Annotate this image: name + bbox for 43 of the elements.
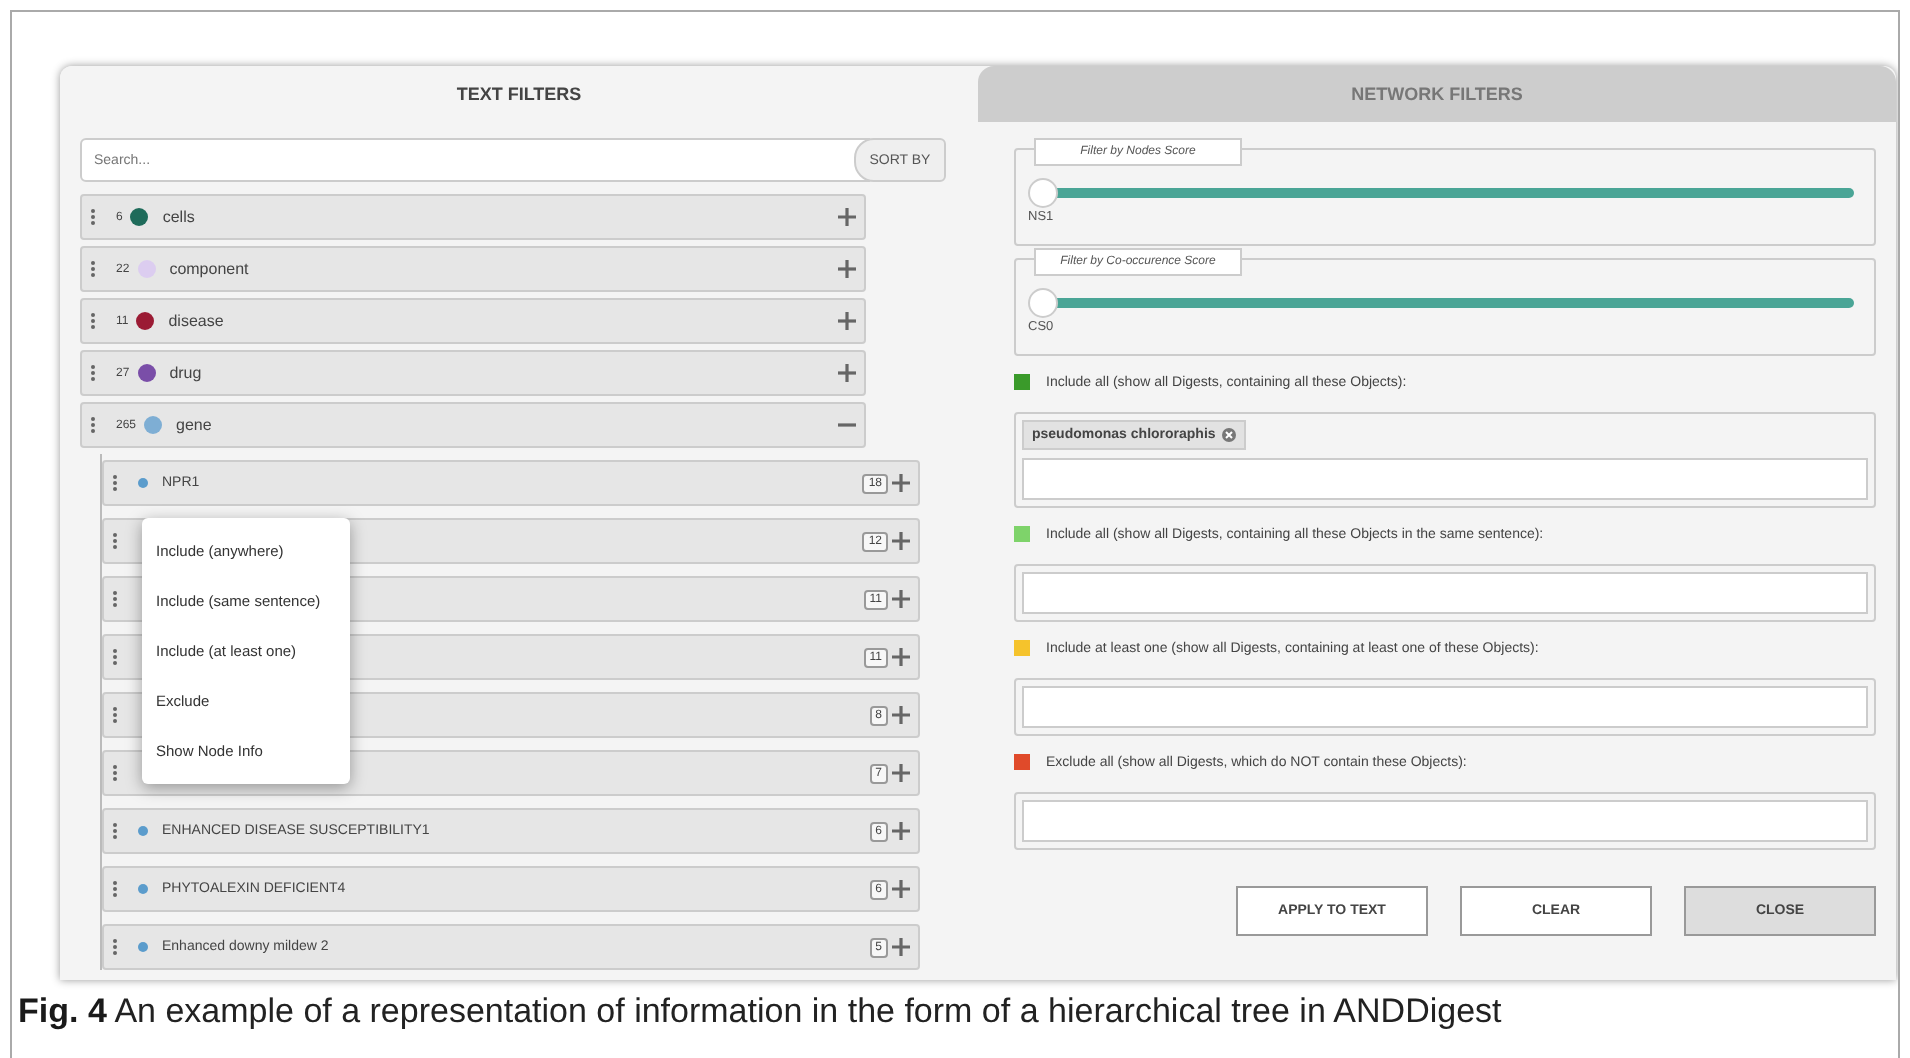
drag-handle-icon[interactable]	[112, 938, 118, 956]
drag-handle-icon[interactable]	[112, 706, 118, 724]
drag-handle-icon[interactable]	[112, 822, 118, 840]
category-label: gene	[176, 416, 214, 434]
expand-icon[interactable]	[838, 364, 856, 382]
drag-handle-icon[interactable]	[90, 312, 96, 330]
drag-handle-icon[interactable]	[112, 532, 118, 550]
tab[interactable]: TEXT FILTERS	[60, 66, 978, 122]
figure-caption: Fig. 4 An example of a representation of information in the form of a hierarchical tree in ANDDigest	[18, 992, 1504, 1032]
drag-handle-icon[interactable]	[90, 416, 96, 434]
slider-handle[interactable]	[1028, 288, 1058, 318]
drag-handle-icon[interactable]	[112, 648, 118, 666]
drag-handle-icon[interactable]	[112, 590, 118, 608]
drag-handle-icon[interactable]	[90, 208, 96, 226]
drag-handle-icon[interactable]	[90, 364, 96, 382]
category-label: cells	[162, 208, 197, 226]
category-label: drug	[169, 364, 204, 382]
expand-icon[interactable]	[892, 474, 910, 492]
remove-icon[interactable]	[1221, 428, 1236, 442]
slider[interactable]	[1028, 288, 1854, 318]
drag-handle-icon[interactable]	[112, 880, 118, 898]
expand-icon[interactable]	[892, 532, 910, 550]
category-label: component	[169, 260, 251, 278]
expand-icon[interactable]	[838, 260, 856, 278]
expand-icon[interactable]	[838, 312, 856, 330]
expand-icon[interactable]	[892, 822, 910, 840]
expand-icon[interactable]	[892, 590, 910, 608]
objects-field[interactable]	[1022, 572, 1868, 614]
objects-field[interactable]	[1022, 686, 1868, 728]
expand-icon[interactable]	[838, 208, 856, 226]
expand-icon[interactable]	[892, 880, 910, 898]
category-label: disease	[168, 312, 226, 330]
drag-handle-icon[interactable]	[90, 260, 96, 278]
expand-icon[interactable]	[892, 706, 910, 724]
slider[interactable]	[1028, 178, 1854, 208]
slider-handle[interactable]	[1028, 178, 1058, 208]
objects-field[interactable]	[1022, 458, 1868, 500]
expand-icon[interactable]	[892, 648, 910, 666]
expand-icon[interactable]	[892, 764, 910, 782]
objects-field[interactable]	[1022, 800, 1868, 842]
drag-handle-icon[interactable]	[112, 764, 118, 782]
drag-handle-icon[interactable]	[112, 474, 118, 492]
expand-icon[interactable]	[892, 938, 910, 956]
